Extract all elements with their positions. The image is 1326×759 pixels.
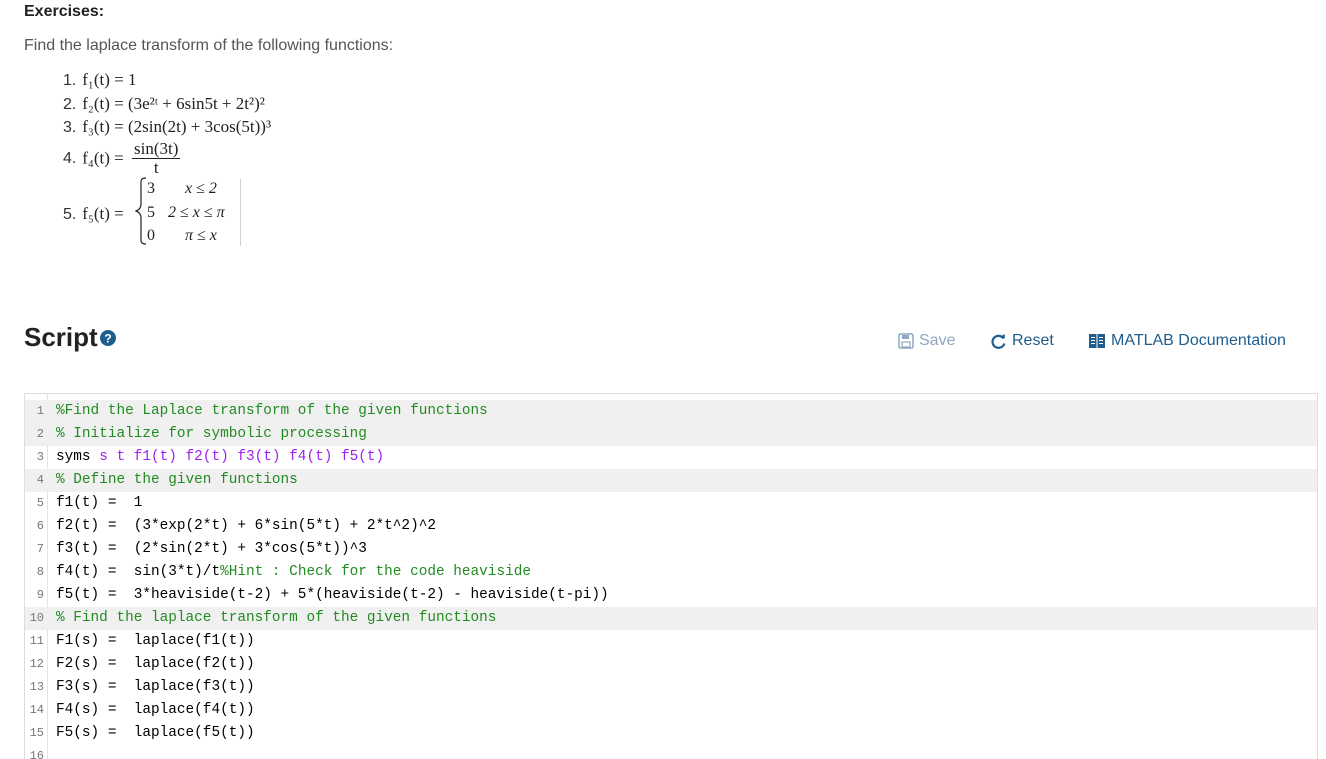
item-number: 5. xyxy=(63,206,77,223)
fraction-denominator: t xyxy=(153,158,159,177)
reset-label: Reset xyxy=(1012,332,1054,349)
item-lhs: f₄(t) = xyxy=(82,148,124,168)
line-number: 3 xyxy=(36,450,44,464)
code-line[interactable]: 16 xyxy=(25,745,1317,759)
line-number: 6 xyxy=(36,519,44,533)
code-text: F3(s) = laplace(f3(t)) xyxy=(56,679,255,695)
doc-label: MATLAB Documentation xyxy=(1111,332,1286,349)
exercises-prompt: Find the laplace transform of the follow… xyxy=(24,37,394,54)
item-number: 3. xyxy=(63,119,77,136)
item-lhs: f₅(t) = xyxy=(82,204,124,223)
line-number: 1 xyxy=(36,404,44,418)
code-comment: % Initialize for symbolic processing xyxy=(56,426,367,442)
exercise-item-5: 5. f₅(t) = xyxy=(63,204,124,224)
matlab-documentation-link[interactable]: MATLAB Documentation xyxy=(1088,332,1286,350)
line-number: 9 xyxy=(36,588,44,602)
exercise-item-4: 4. f₄(t) = sin(3t) t xyxy=(63,139,181,177)
code-arguments: s t f1(t) f2(t) f3(t) f4(t) f5(t) xyxy=(99,449,385,465)
exercise-item-2: 2. f₂(t) = (3e²ᵗ + 6sin5t + 2t²)² xyxy=(63,94,265,114)
question-circle-icon[interactable]: ? xyxy=(100,330,116,346)
book-icon xyxy=(1089,334,1105,348)
code-text: f3(t) = (2*sin(2*t) + 3*cos(5*t))^3 xyxy=(56,541,367,557)
code-line[interactable]: 4 % Define the given functions xyxy=(25,469,1317,492)
code-text: F2(s) = laplace(f2(t)) xyxy=(56,656,255,672)
item-expression: f₁(t) = 1 xyxy=(82,70,137,89)
code-line[interactable]: 9 f5(t) = 3*heaviside(t-2) + 5*(heavisid… xyxy=(25,584,1317,607)
code-text: syms s t f1(t) f2(t) f3(t) f4(t) f5(t) xyxy=(56,446,384,469)
line-number: 15 xyxy=(29,726,44,740)
code-text: F5(s) = laplace(f5(t)) xyxy=(56,725,255,741)
case-3-condition: π ≤ x xyxy=(185,227,217,244)
line-number: 10 xyxy=(29,611,44,625)
code-text: f2(t) = (3*exp(2*t) + 6*sin(5*t) + 2*t^2… xyxy=(56,518,436,534)
item-number: 4. xyxy=(63,149,77,167)
code-line[interactable]: 3 syms s t f1(t) f2(t) f3(t) f4(t) f5(t) xyxy=(25,446,1317,469)
code-line[interactable]: 7 f3(t) = (2*sin(2*t) + 3*cos(5*t))^3 xyxy=(25,538,1317,561)
line-number: 7 xyxy=(36,542,44,556)
code-comment: % Find the laplace transform of the give… xyxy=(56,610,497,626)
code-line[interactable]: 10 % Find the laplace transform of the g… xyxy=(25,607,1317,630)
exercises-title: Exercises: xyxy=(24,3,105,20)
reset-button[interactable]: Reset xyxy=(990,332,1054,350)
line-number: 11 xyxy=(29,634,44,648)
code-line[interactable]: 14 F4(s) = laplace(f4(t)) xyxy=(25,699,1317,722)
code-text: f1(t) = 1 xyxy=(56,495,143,511)
code-keyword: syms xyxy=(56,449,100,465)
code-comment: %Find the Laplace transform of the given… xyxy=(56,403,488,419)
code-line[interactable]: 11 F1(s) = laplace(f1(t)) xyxy=(25,630,1317,653)
code-line[interactable]: 2 % Initialize for symbolic processing xyxy=(25,423,1317,446)
code-line[interactable]: 12 F2(s) = laplace(f2(t)) xyxy=(25,653,1317,676)
code-line[interactable]: 15 F5(s) = laplace(f5(t)) xyxy=(25,722,1317,745)
case-2-value: 5 xyxy=(147,204,155,221)
line-number: 5 xyxy=(36,496,44,510)
item-expression: f₂(t) = (3e²ᵗ + 6sin5t + 2t²)² xyxy=(82,94,265,113)
svg-text:?: ? xyxy=(104,332,111,346)
case-2-condition: 2 ≤ x ≤ π xyxy=(168,204,225,221)
save-button[interactable]: Save xyxy=(898,332,955,350)
code-line[interactable]: 8 f4(t) = sin(3*t)/t%Hint : Check for th… xyxy=(25,561,1317,584)
code-comment: %Hint : Check for the code heaviside xyxy=(220,564,531,580)
code-text: F1(s) = laplace(f1(t)) xyxy=(56,633,255,649)
exercise-item-1: 1. f₁(t) = 1 xyxy=(63,70,136,90)
script-title: Script xyxy=(24,322,98,352)
line-number: 16 xyxy=(29,749,44,759)
code-line[interactable]: 5 f1(t) = 1 xyxy=(25,492,1317,515)
item-number: 2. xyxy=(63,96,77,113)
code-line[interactable]: 1 %Find the Laplace transform of the giv… xyxy=(25,400,1317,423)
left-brace-icon xyxy=(135,177,147,245)
line-number: 8 xyxy=(36,565,44,579)
save-icon xyxy=(898,333,914,349)
save-label: Save xyxy=(919,332,956,349)
code-expression: f4(t) = sin(3*t)/t xyxy=(56,564,221,580)
fraction: sin(3t) t xyxy=(131,139,181,177)
line-number: 14 xyxy=(29,703,44,717)
case-1-value: 3 xyxy=(147,180,155,197)
line-number: 2 xyxy=(36,427,44,441)
divider xyxy=(240,179,241,246)
line-number: 4 xyxy=(36,473,44,487)
line-number: 13 xyxy=(29,680,44,694)
code-editor[interactable]: 1 %Find the Laplace transform of the giv… xyxy=(24,393,1318,759)
case-1-condition: x ≤ 2 xyxy=(185,180,217,197)
code-line[interactable]: 13 F3(s) = laplace(f3(t)) xyxy=(25,676,1317,699)
reset-icon xyxy=(991,333,1006,349)
exercise-item-3: 3. f₃(t) = (2sin(2t) + 3cos(5t))³ xyxy=(63,117,271,137)
case-3-value: 0 xyxy=(147,227,155,244)
code-text: F4(s) = laplace(f4(t)) xyxy=(56,702,255,718)
item-expression: f₃(t) = (2sin(2t) + 3cos(5t))³ xyxy=(82,117,272,136)
line-number: 12 xyxy=(29,657,44,671)
fraction-numerator: sin(3t) xyxy=(131,139,181,159)
code-text: f4(t) = sin(3*t)/t%Hint : Check for the … xyxy=(56,561,531,584)
code-text: f5(t) = 3*heaviside(t-2) + 5*(heaviside(… xyxy=(56,587,609,603)
code-comment: % Define the given functions xyxy=(56,472,298,488)
code-line[interactable]: 6 f2(t) = (3*exp(2*t) + 6*sin(5*t) + 2*t… xyxy=(25,515,1317,538)
item-number: 1. xyxy=(63,72,77,89)
